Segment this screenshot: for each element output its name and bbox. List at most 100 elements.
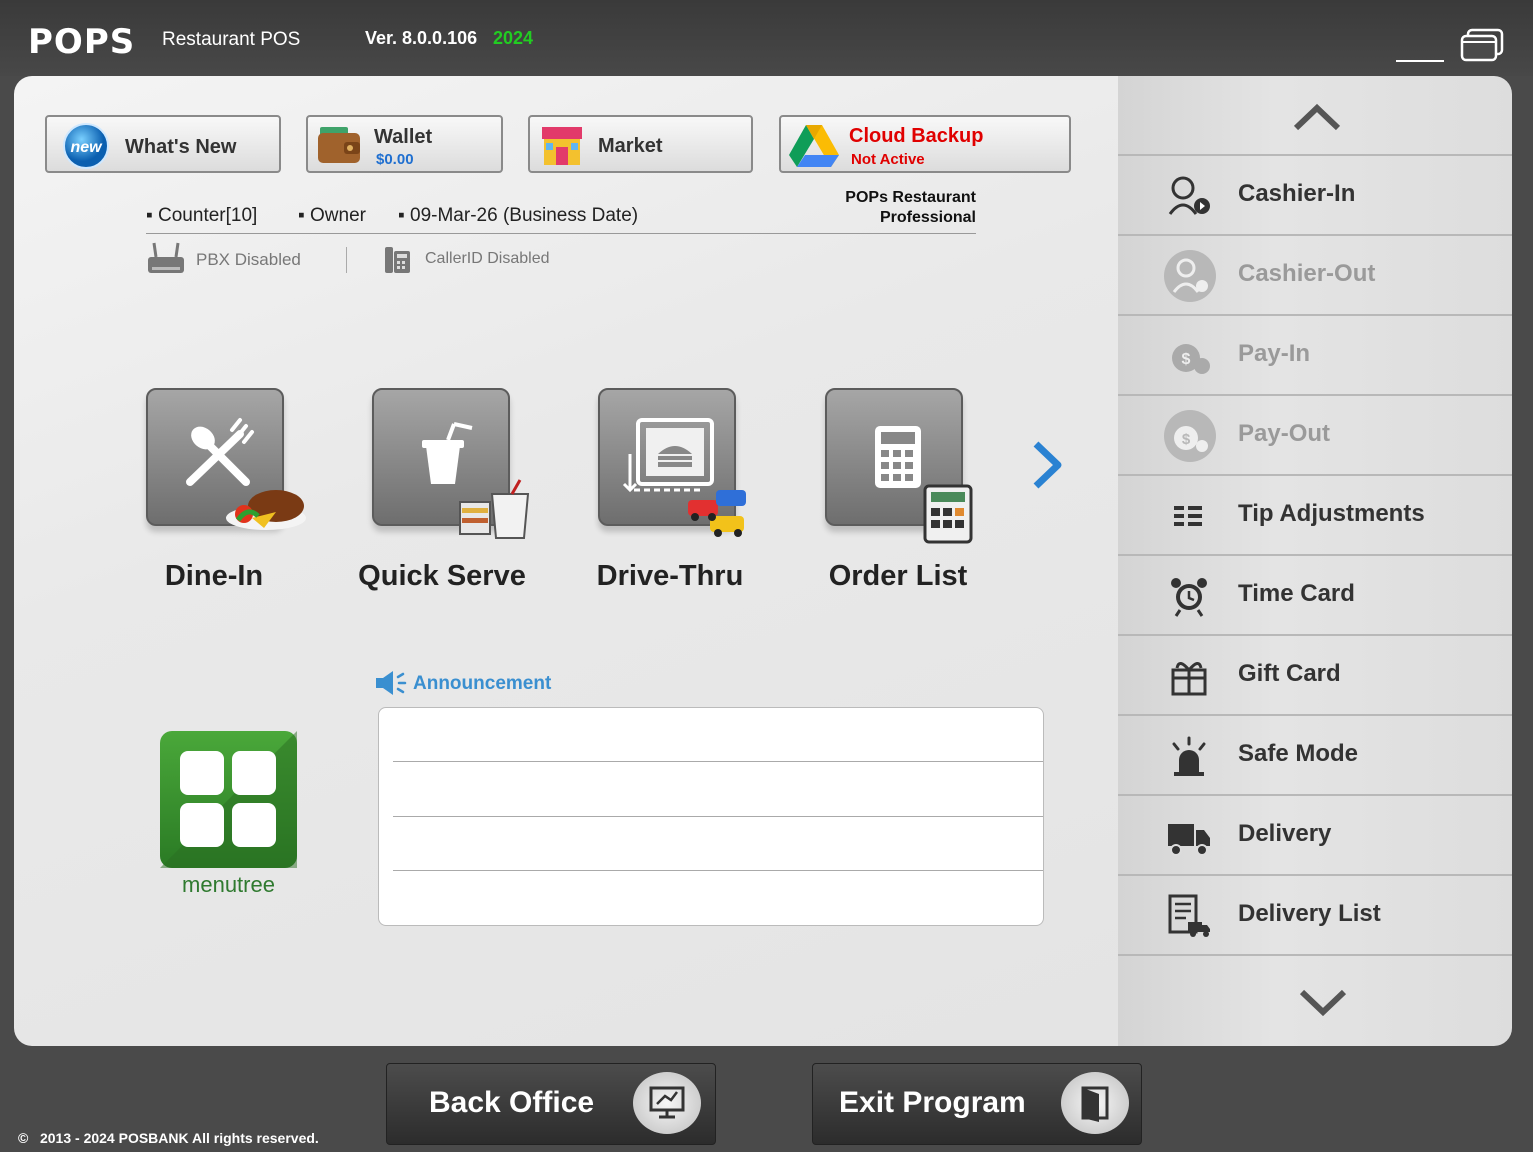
announcement-box bbox=[378, 707, 1044, 926]
delivery-list-icon bbox=[1168, 894, 1210, 937]
dine-in-label: Dine-In bbox=[164, 560, 264, 592]
new-badge-icon: new bbox=[63, 123, 109, 169]
sidebar-scroll-up[interactable] bbox=[1118, 76, 1512, 156]
market-label: Market bbox=[598, 135, 663, 157]
drive-thru-label: Drive-Thru bbox=[596, 560, 744, 592]
announcement-title: Announcement bbox=[413, 673, 552, 694]
sidebar-item-label: Pay-Out bbox=[1238, 420, 1331, 447]
cashier-out-icon bbox=[1164, 250, 1216, 302]
exit-program-icon-circle bbox=[1061, 1072, 1129, 1134]
pay-out-icon: $ bbox=[1164, 410, 1216, 462]
wallet-amount: $0.00 bbox=[376, 151, 414, 168]
announcement-line bbox=[393, 870, 1043, 871]
quick-serve-label: Quick Serve bbox=[358, 560, 526, 592]
market-store-icon bbox=[542, 127, 582, 165]
sidebar-scroll-down[interactable] bbox=[1118, 958, 1512, 1038]
sidebar-item-label: Pay-In bbox=[1238, 340, 1311, 367]
drive-thru-tile[interactable] bbox=[598, 388, 746, 537]
sidebar-item-cashier-in[interactable]: Cashier-In bbox=[1118, 156, 1512, 236]
announcement-line bbox=[393, 761, 1043, 762]
chevron-down-icon bbox=[1299, 989, 1347, 1017]
sidebar-item-label: Cashier-Out bbox=[1238, 260, 1376, 287]
version-label: Ver. 8.0.0.106 bbox=[365, 28, 478, 48]
dine-in-tile[interactable] bbox=[146, 388, 306, 530]
cloud-backup-button[interactable]: Cloud Backup Not Active bbox=[779, 115, 1071, 173]
cloud-backup-status: Not Active bbox=[851, 151, 925, 168]
info-divider bbox=[146, 233, 976, 234]
fork-spoon-icon bbox=[186, 418, 306, 530]
drink-cup-icon bbox=[422, 422, 530, 539]
cloud-backup-label: Cloud Backup bbox=[849, 125, 984, 147]
version-year: 2024 bbox=[493, 28, 534, 48]
svg-text:new: new bbox=[70, 139, 103, 156]
copyright-value: 2013 - 2024 POSBANK All rights reserved. bbox=[39, 1130, 319, 1146]
back-office-icon-circle bbox=[633, 1072, 701, 1134]
app-subtitle: Restaurant POS bbox=[162, 29, 301, 50]
exit-program-button[interactable]: Exit Program bbox=[812, 1063, 1142, 1145]
cashier-in-icon bbox=[1168, 176, 1210, 215]
sidebar-item-safe-mode[interactable]: Safe Mode bbox=[1118, 716, 1512, 796]
wallet-label: Wallet bbox=[374, 126, 433, 148]
siren-icon bbox=[1172, 736, 1206, 776]
back-office-label: Back Office bbox=[429, 1086, 595, 1119]
whats-new-label: What's New bbox=[125, 136, 237, 158]
order-list-tile[interactable] bbox=[825, 388, 973, 544]
drive-thru-cars-icon bbox=[622, 418, 746, 537]
sidebar-item-label: Safe Mode bbox=[1238, 740, 1359, 767]
market-button[interactable]: Market bbox=[528, 115, 753, 173]
copyright-text: © 2013 - 2024 POSBANK All rights reserve… bbox=[18, 1130, 319, 1146]
sidebar-item-label: Delivery List bbox=[1238, 900, 1381, 927]
menutree-grid-icon bbox=[160, 731, 297, 868]
monitor-icon bbox=[649, 1086, 685, 1119]
pay-in-icon: $ bbox=[1172, 344, 1210, 374]
app-logo: POPS bbox=[28, 22, 136, 62]
chevron-up-icon bbox=[1293, 103, 1341, 131]
svg-text:$: $ bbox=[1182, 431, 1191, 448]
gift-icon bbox=[1171, 662, 1207, 696]
truck-icon bbox=[1168, 824, 1210, 856]
sidebar-item-delivery[interactable]: Delivery bbox=[1118, 796, 1512, 876]
edition-label: POPs Restaurant Professional bbox=[800, 188, 976, 228]
calculator-icon bbox=[875, 426, 973, 544]
sidebar-item-label: Tip Adjustments bbox=[1238, 500, 1425, 527]
sidebar-item-label: Cashier-In bbox=[1238, 180, 1356, 207]
edition-line-2: Professional bbox=[879, 209, 976, 226]
menutree-label: menutree bbox=[182, 872, 275, 897]
business-date-info: ▪ 09-Mar-26 (Business Date) bbox=[398, 205, 639, 226]
restore-window-icon[interactable] bbox=[1460, 28, 1504, 62]
sidebar-item-label: Time Card bbox=[1238, 580, 1355, 607]
quick-serve-tile[interactable] bbox=[372, 388, 530, 539]
sidebar-item-gift-card[interactable]: Gift Card bbox=[1118, 636, 1512, 716]
status-divider bbox=[346, 247, 347, 273]
order-list-label: Order List bbox=[828, 560, 968, 592]
wallet-button[interactable]: Wallet $0.00 bbox=[306, 115, 503, 173]
pbx-router-icon bbox=[148, 242, 184, 273]
wallet-icon bbox=[318, 127, 360, 163]
tip-adjustments-icon bbox=[1174, 506, 1202, 526]
sidebar-item-label: Gift Card bbox=[1238, 660, 1341, 687]
sidebar-item-label: Delivery bbox=[1238, 820, 1332, 847]
speaker-icon bbox=[376, 671, 407, 695]
whats-new-button[interactable]: new What's New bbox=[45, 115, 281, 173]
user-value: Owner bbox=[310, 205, 366, 226]
sidebar-item-tip-adjustments[interactable]: Tip Adjustments bbox=[1118, 476, 1512, 556]
sidebar-item-delivery-list[interactable]: Delivery List bbox=[1118, 876, 1512, 956]
alarm-clock-icon bbox=[1171, 578, 1207, 617]
svg-text:$: $ bbox=[1182, 351, 1191, 368]
user-info: ▪ Owner bbox=[298, 205, 366, 226]
callerid-phone-icon bbox=[385, 247, 410, 273]
edition-line-1: POPs Restaurant bbox=[845, 189, 976, 206]
title-bar: POPS Restaurant POS Ver. 8.0.0.106 2024 bbox=[0, 0, 1533, 76]
menutree-logo[interactable] bbox=[160, 731, 297, 868]
exit-program-label: Exit Program bbox=[839, 1086, 1026, 1119]
sidebar-item-pay-out[interactable]: $ Pay-Out bbox=[1118, 396, 1512, 476]
pbx-status: PBX Disabled bbox=[196, 250, 301, 269]
sidebar-item-time-card[interactable]: Time Card bbox=[1118, 556, 1512, 636]
sidebar-item-pay-in[interactable]: $ Pay-In bbox=[1118, 316, 1512, 396]
counter-info: ▪ Counter[10] bbox=[146, 205, 258, 226]
back-office-button[interactable]: Back Office bbox=[386, 1063, 716, 1145]
minimize-icon[interactable] bbox=[1396, 60, 1444, 62]
chevron-right-icon[interactable] bbox=[1030, 440, 1066, 490]
exit-door-icon bbox=[1081, 1086, 1109, 1122]
sidebar-item-cashier-out[interactable]: Cashier-Out bbox=[1118, 236, 1512, 316]
